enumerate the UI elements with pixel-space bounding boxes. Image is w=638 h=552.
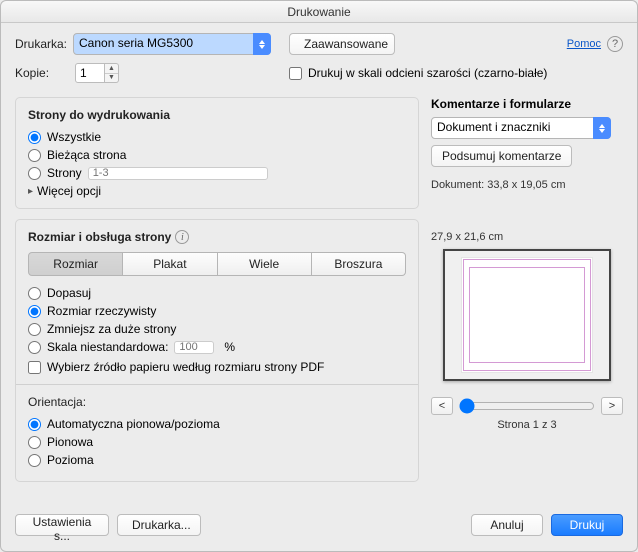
pages-all-radio[interactable]: Wszystkie	[28, 130, 406, 144]
fit-radio[interactable]: Dopasuj	[28, 286, 406, 300]
custom-scale-input[interactable]	[174, 341, 214, 354]
cancel-button[interactable]: Anuluj	[471, 514, 543, 536]
stepper-down-icon[interactable]: ▼	[105, 74, 118, 83]
paper-size-label: 27,9 x 21,6 cm	[431, 231, 623, 243]
page-slider[interactable]	[459, 398, 595, 414]
advanced-button[interactable]: Zaawansowane	[289, 33, 395, 55]
seg-poster[interactable]: Plakat	[123, 252, 217, 276]
orientation-auto-radio[interactable]: Automatyczna pionowa/pozioma	[28, 417, 406, 431]
stepper-up-icon[interactable]: ▲	[105, 64, 118, 74]
pages-title: Strony do wydrukowania	[28, 108, 406, 122]
grayscale-checkbox[interactable]: Drukuj w skali odcieni szarości (czarno-…	[289, 66, 547, 80]
print-preview	[443, 249, 611, 381]
copies-stepper[interactable]: ▲▼	[75, 63, 119, 83]
seg-size[interactable]: Rozmiar	[28, 252, 123, 276]
help-link[interactable]: Pomoc	[567, 38, 601, 50]
sizing-panel: Rozmiar i obsługa strony i Rozmiar Plaka…	[15, 219, 419, 482]
pages-range-radio[interactable]: Strony	[28, 166, 406, 180]
page-indicator: Strona 1 z 3	[431, 419, 623, 431]
page-setup-button[interactable]: Ustawienia s...	[15, 514, 109, 536]
printer-settings-button[interactable]: Drukarka...	[117, 514, 201, 536]
sizing-title: Rozmiar i obsługa strony	[28, 230, 171, 244]
seg-multiple[interactable]: Wiele	[218, 252, 312, 276]
orientation-title: Orientacja:	[28, 395, 406, 409]
comments-title: Komentarze i formularze	[431, 97, 623, 111]
printer-select[interactable]	[73, 33, 271, 55]
shrink-radio[interactable]: Zmniejsz za duże strony	[28, 322, 406, 336]
pages-panel: Strony do wydrukowania Wszystkie Bieżąca…	[15, 97, 419, 209]
info-icon[interactable]: i	[175, 230, 189, 244]
actual-radio[interactable]: Rozmiar rzeczywisty	[28, 304, 406, 318]
comments-select[interactable]	[431, 117, 611, 139]
help-icon[interactable]: ?	[607, 36, 623, 52]
copies-label: Kopie:	[15, 66, 69, 80]
choose-source-checkbox[interactable]: Wybierz źródło papieru według rozmiaru s…	[28, 360, 406, 374]
prev-page-button[interactable]: <	[431, 397, 453, 415]
summarize-comments-button[interactable]: Podsumuj komentarze	[431, 145, 572, 167]
pages-current-radio[interactable]: Bieżąca strona	[28, 148, 406, 162]
copies-input[interactable]	[75, 63, 105, 83]
printer-label: Drukarka:	[15, 37, 67, 51]
seg-booklet[interactable]: Broszura	[312, 252, 406, 276]
updown-icon	[253, 33, 271, 55]
next-page-button[interactable]: >	[601, 397, 623, 415]
pages-range-input[interactable]	[88, 167, 268, 180]
orientation-landscape-radio[interactable]: Pozioma	[28, 453, 406, 467]
orientation-portrait-radio[interactable]: Pionowa	[28, 435, 406, 449]
grayscale-label: Drukuj w skali odcieni szarości (czarno-…	[308, 66, 547, 80]
sizing-segmented: Rozmiar Plakat Wiele Broszura	[28, 252, 406, 276]
document-size-label: Dokument: 33,8 x 19,05 cm	[431, 179, 623, 191]
custom-scale-radio[interactable]: Skala niestandardowa: %	[28, 340, 406, 354]
updown-icon	[593, 117, 611, 139]
print-button[interactable]: Drukuj	[551, 514, 623, 536]
window-title: Drukowanie	[1, 1, 637, 23]
more-options-disclosure[interactable]: Więcej opcji	[28, 184, 406, 198]
